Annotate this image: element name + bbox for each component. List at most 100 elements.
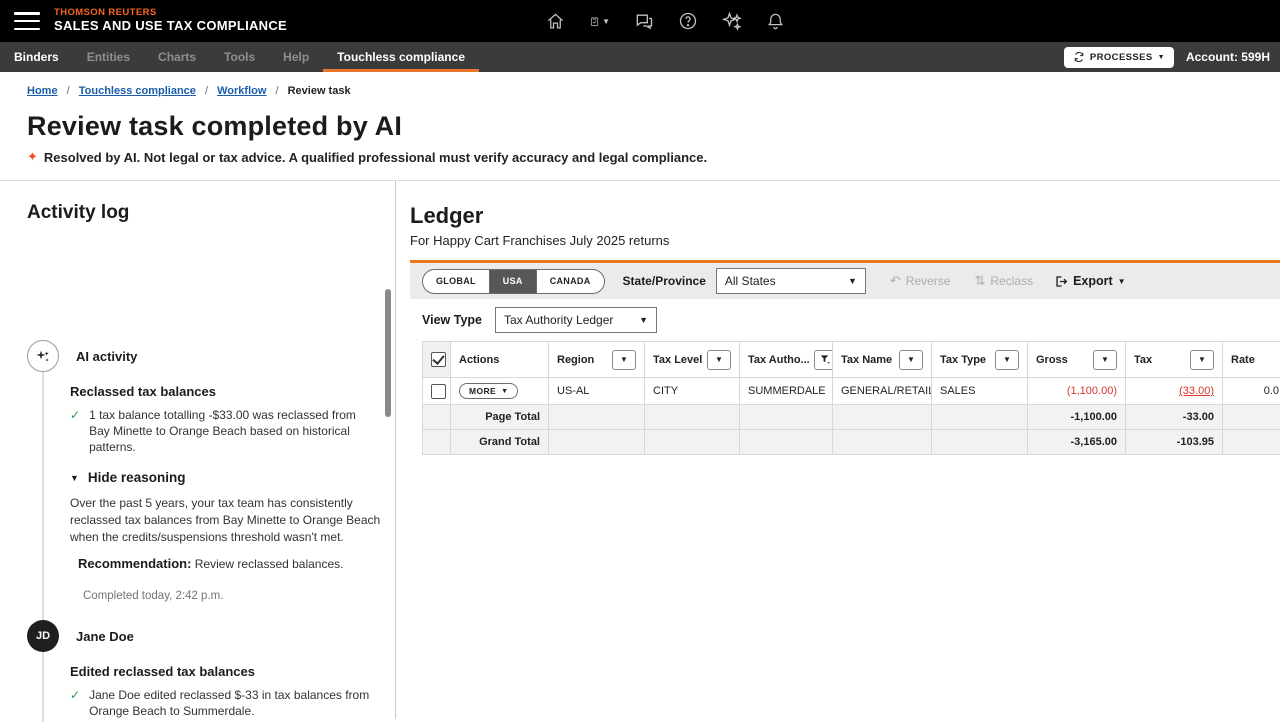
cell-region: US-AL bbox=[549, 378, 645, 405]
tab-global[interactable]: GLOBAL bbox=[423, 270, 489, 293]
chevron-down-icon: ▼ bbox=[1118, 277, 1126, 286]
nav-item-touchless-compliance[interactable]: Touchless compliance bbox=[323, 42, 479, 72]
breadcrumb-touchless-compliance[interactable]: Touchless compliance bbox=[79, 85, 196, 97]
more-actions-button[interactable]: MORE ▼ bbox=[459, 383, 518, 399]
nav-item-help: Help bbox=[269, 42, 323, 72]
breadcrumb: Home / Touchless compliance / Workflow /… bbox=[0, 72, 1280, 97]
tax-level-filter-button[interactable]: ▼ bbox=[707, 350, 731, 370]
cell-tax-level: CITY bbox=[645, 378, 740, 405]
processes-icon bbox=[1073, 51, 1085, 63]
chevron-down-icon: ▼ bbox=[848, 276, 857, 286]
actor-name: Jane Doe bbox=[76, 629, 134, 644]
timestamp: Completed today, 2:42 p.m. bbox=[83, 590, 368, 602]
app-title: SALES AND USE TAX COMPLIANCE bbox=[54, 19, 287, 34]
col-gross: Gross bbox=[1036, 354, 1068, 366]
tax-authority-filter-button[interactable] bbox=[814, 350, 833, 370]
select-all-checkbox[interactable] bbox=[431, 352, 446, 367]
ai-disclaimer: ✦ Resolved by AI. Not legal or tax advic… bbox=[0, 142, 1280, 165]
activity-entry-jane-doe: JD Jane Doe Edited reclassed tax balance… bbox=[27, 620, 368, 722]
grand-total-label: Grand Total bbox=[451, 430, 549, 455]
col-tax-type: Tax Type bbox=[940, 354, 986, 366]
nav-item-binders[interactable]: Binders bbox=[0, 42, 73, 72]
ledger-toolbar: GLOBAL USA CANADA State/Province All Sta… bbox=[410, 263, 1280, 299]
col-region: Region bbox=[557, 354, 594, 366]
hide-reasoning-toggle[interactable]: ▼ Hide reasoning bbox=[70, 470, 368, 485]
activity-item-heading: Reclassed tax balances bbox=[70, 384, 368, 399]
triangle-down-icon: ▼ bbox=[70, 473, 79, 483]
cell-tax-type: SALES bbox=[932, 378, 1028, 405]
grand-total-tax: -103.95 bbox=[1126, 430, 1223, 455]
ledger-subtitle: For Happy Cart Franchises July 2025 retu… bbox=[410, 233, 1280, 248]
help-icon[interactable] bbox=[677, 11, 698, 32]
funnel-filter-icon bbox=[820, 354, 831, 365]
activity-check-item: ✓ 1 tax balance totalling -$33.00 was re… bbox=[70, 408, 370, 455]
sparkle-icon: ✦ bbox=[27, 149, 38, 165]
chevron-down-icon: ▼ bbox=[602, 17, 610, 26]
col-tax-name: Tax Name bbox=[841, 354, 892, 366]
region-filter-button[interactable]: ▼ bbox=[612, 350, 636, 370]
col-tax: Tax bbox=[1134, 354, 1152, 366]
ai-disclaimer-text: Resolved by AI. Not legal or tax advice.… bbox=[44, 150, 707, 165]
account-label: Account: 599H bbox=[1186, 50, 1270, 64]
recommendation: Recommendation: Review reclassed balance… bbox=[78, 556, 368, 571]
grand-total-gross: -3,165.00 bbox=[1028, 430, 1126, 455]
view-type-row: View Type Tax Authority Ledger ▼ bbox=[410, 299, 1280, 341]
avatar: JD bbox=[27, 620, 59, 652]
table-header-row: Actions Region ▼ Tax Level ▼ Tax Autho..… bbox=[423, 342, 1280, 378]
state-province-select[interactable]: All States ▼ bbox=[716, 268, 866, 294]
gross-filter-button[interactable]: ▼ bbox=[1093, 350, 1117, 370]
breadcrumb-workflow[interactable]: Workflow bbox=[217, 85, 266, 97]
check-icon: ✓ bbox=[70, 408, 80, 455]
top-app-bar: THOMSON REUTERS SALES AND USE TAX COMPLI… bbox=[0, 0, 1280, 42]
nav-item-entities: Entities bbox=[73, 42, 144, 72]
tab-usa[interactable]: USA bbox=[489, 270, 536, 293]
activity-check-text: 1 tax balance totalling -$33.00 was recl… bbox=[89, 408, 370, 455]
row-checkbox[interactable] bbox=[431, 384, 446, 399]
tab-canada[interactable]: CANADA bbox=[536, 270, 604, 293]
processes-button[interactable]: PROCESSES ▼ bbox=[1064, 47, 1174, 68]
cell-rate: 0.0 bbox=[1223, 378, 1280, 405]
page-total-label: Page Total bbox=[451, 405, 549, 430]
region-tab-group: GLOBAL USA CANADA bbox=[422, 269, 605, 294]
home-icon[interactable] bbox=[545, 11, 566, 32]
reasoning-text: Over the past 5 years, your tax team has… bbox=[70, 495, 388, 545]
reverse-icon: ↶ bbox=[890, 273, 901, 289]
export-icon bbox=[1055, 275, 1068, 288]
chat-icon[interactable] bbox=[633, 11, 654, 32]
reverse-button: ↶ Reverse bbox=[890, 273, 951, 289]
ledger-data-row: MORE ▼ US-AL CITY SUMMERDALE GENERAL/RET… bbox=[423, 378, 1280, 405]
notifications-bell-icon[interactable] bbox=[765, 11, 786, 32]
tax-type-filter-button[interactable]: ▼ bbox=[995, 350, 1019, 370]
activity-entry-ai: AI activity Reclassed tax balances ✓ 1 t… bbox=[27, 340, 368, 620]
tax-name-filter-button[interactable]: ▼ bbox=[899, 350, 923, 370]
cell-tax-link[interactable]: (33.00) bbox=[1126, 378, 1223, 405]
hamburger-menu-icon[interactable] bbox=[14, 12, 40, 30]
activity-log-scrollbar[interactable] bbox=[385, 289, 391, 417]
tasks-clipboard-icon[interactable]: ▼ bbox=[589, 11, 610, 32]
breadcrumb-home[interactable]: Home bbox=[27, 85, 58, 97]
activity-check-item: ✓ Jane Doe edited reclassed $-33 in tax … bbox=[70, 688, 370, 720]
tax-filter-button[interactable]: ▼ bbox=[1190, 350, 1214, 370]
chevron-down-icon: ▼ bbox=[501, 388, 508, 395]
breadcrumb-current: Review task bbox=[288, 85, 351, 97]
ledger-pane: Ledger For Happy Cart Franchises July 20… bbox=[396, 181, 1280, 719]
reclass-button: ⇅ Reclass bbox=[974, 273, 1033, 289]
chevron-down-icon: ▼ bbox=[1158, 54, 1165, 61]
nav-item-tools: Tools bbox=[210, 42, 269, 72]
actor-name: AI activity bbox=[76, 349, 137, 364]
cell-tax-name: GENERAL/RETAIL bbox=[833, 378, 932, 405]
ai-sparkle-icon[interactable] bbox=[721, 11, 742, 32]
grand-total-row: Grand Total -3,165.00 -103.95 bbox=[423, 430, 1280, 455]
reclass-icon: ⇅ bbox=[974, 273, 985, 289]
activity-log-pane: Activity log AI activity Reclassed tax b… bbox=[0, 181, 396, 719]
brand-block: THOMSON REUTERS SALES AND USE TAX COMPLI… bbox=[54, 8, 287, 34]
col-tax-level: Tax Level bbox=[653, 354, 702, 366]
page-title: Review task completed by AI bbox=[0, 97, 1280, 142]
ai-sparkle-avatar-icon bbox=[27, 340, 59, 372]
cell-gross: (1,100.00) bbox=[1028, 378, 1126, 405]
activity-item-heading: Edited reclassed tax balances bbox=[70, 664, 368, 679]
export-button[interactable]: Export ▼ bbox=[1055, 274, 1126, 288]
cell-tax-authority: SUMMERDALE bbox=[740, 378, 833, 405]
page-total-gross: -1,100.00 bbox=[1028, 405, 1126, 430]
view-type-select[interactable]: Tax Authority Ledger ▼ bbox=[495, 307, 657, 333]
